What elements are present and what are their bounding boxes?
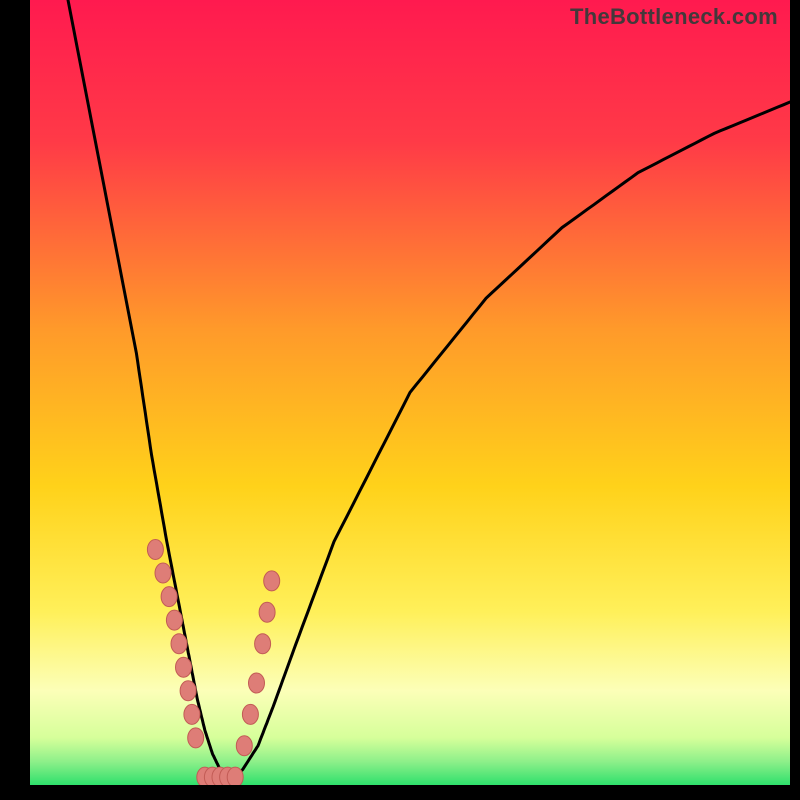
plot-frame: TheBottleneck.com (30, 0, 790, 785)
watermark-text: TheBottleneck.com (570, 4, 778, 30)
gradient-background (30, 0, 790, 785)
